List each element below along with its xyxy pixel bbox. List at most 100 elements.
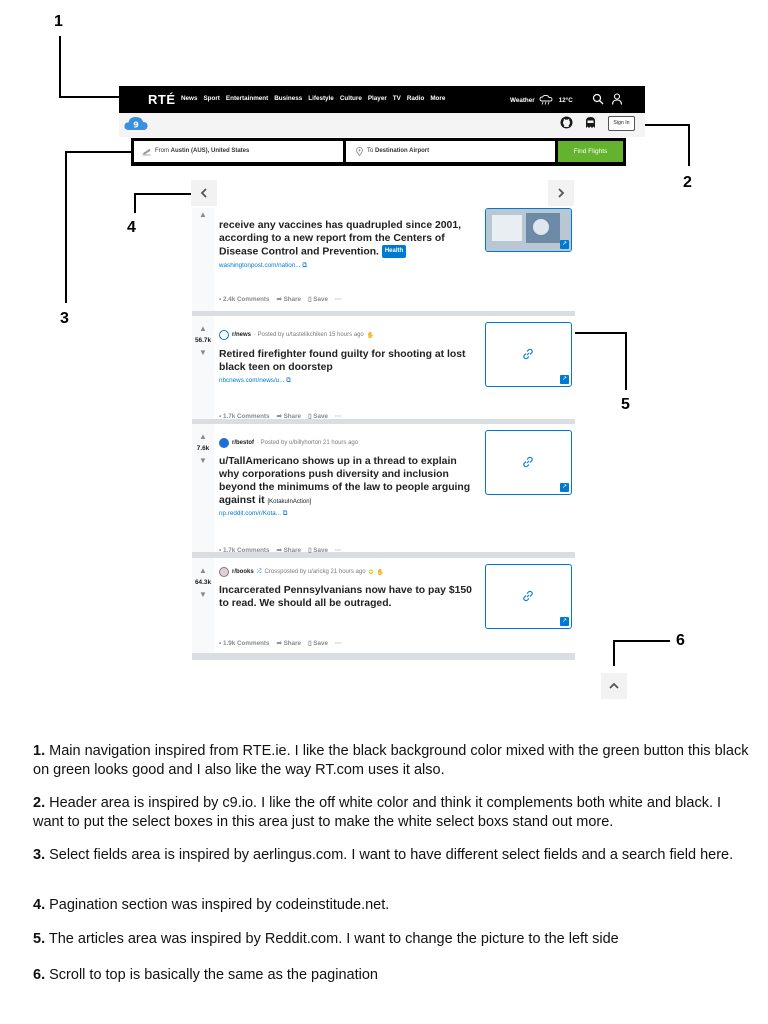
- article-domain[interactable]: np.reddit.com/r/Kota... ⧉: [219, 510, 287, 518]
- note-4: 4. Pagination section was inspired by co…: [33, 897, 390, 913]
- callout-1-line-h: [59, 96, 119, 98]
- callout-5: 5: [621, 396, 630, 413]
- external-link-icon: ⧉: [302, 262, 307, 269]
- article-card[interactable]: ▲ receive any vaccines has quadrupled si…: [192, 208, 575, 311]
- pagination-prev-button[interactable]: [191, 180, 217, 206]
- share-button[interactable]: ➦ Share: [277, 413, 302, 420]
- share-button[interactable]: ➦ Share: [277, 547, 302, 554]
- external-link-icon: ↗: [560, 240, 569, 249]
- find-flights-button[interactable]: Find Flights: [558, 141, 623, 162]
- article-title[interactable]: Incarcerated Pennsylvanians now have to …: [219, 584, 474, 610]
- subreddit-link[interactable]: r/books: [232, 569, 254, 575]
- upvote-icon[interactable]: ▲: [192, 324, 214, 333]
- subreddit-avatar: [219, 330, 229, 340]
- to-airport-field[interactable]: To Destination Airport: [346, 141, 555, 162]
- subreddit-avatar: [219, 567, 229, 577]
- crosspost-icon: ⤮: [256, 568, 262, 575]
- article-title[interactable]: receive any vaccines has quadrupled sinc…: [219, 219, 474, 258]
- scroll-to-top-button[interactable]: [601, 673, 627, 699]
- more-options-icon[interactable]: ···: [335, 640, 341, 647]
- link-icon: [523, 348, 533, 360]
- flair-badge: Health: [381, 245, 407, 258]
- nav-link-tv[interactable]: TV: [393, 95, 401, 102]
- comments-button[interactable]: ▪ 1.9k Comments: [219, 640, 270, 647]
- search-icon[interactable]: [592, 93, 604, 105]
- c9-logo[interactable]: 9: [124, 116, 148, 131]
- callout-6-line: [613, 640, 615, 666]
- callout-1-line: [59, 36, 61, 97]
- article-thumbnail[interactable]: ↗: [485, 564, 572, 629]
- nav-links: News Sport Entertainment Business Lifest…: [181, 95, 445, 102]
- comments-button[interactable]: ▪ 1.7k Comments: [219, 413, 270, 420]
- article-actions: ▪ 1.7k Comments ➦ Share ▯ Save ···: [219, 413, 341, 420]
- nav-link-culture[interactable]: Culture: [340, 95, 362, 102]
- comments-button[interactable]: ▪ 2.4k Comments: [219, 296, 270, 303]
- pagination-next-button[interactable]: [548, 180, 574, 206]
- note-3: 3. Select fields area is inspired by aer…: [33, 847, 734, 863]
- external-link-icon: ↗: [560, 375, 569, 384]
- github-icon[interactable]: [560, 116, 573, 129]
- weather-widget[interactable]: Weather 12°C: [510, 95, 573, 105]
- article-thumbnail[interactable]: ↗: [485, 322, 572, 387]
- article-domain[interactable]: washingtonpost.com/nation... ⧉: [219, 262, 307, 270]
- nav-link-more[interactable]: More: [430, 95, 445, 102]
- downvote-icon[interactable]: ▼: [192, 348, 214, 357]
- nav-link-business[interactable]: Business: [274, 95, 302, 102]
- svg-text:9: 9: [133, 121, 139, 130]
- share-button[interactable]: ➦ Share: [277, 640, 302, 647]
- share-button[interactable]: ➦ Share: [277, 296, 302, 303]
- save-button[interactable]: ▯ Save: [308, 413, 328, 420]
- nav-link-player[interactable]: Player: [368, 95, 387, 102]
- vote-score: 56.7k: [195, 337, 211, 344]
- link-icon: [523, 590, 533, 602]
- nav-link-radio[interactable]: Radio: [407, 95, 425, 102]
- article-domain[interactable]: nbcnews.com/news/u... ⧉: [219, 377, 291, 385]
- external-link-icon: ↗: [560, 483, 569, 492]
- downvote-icon[interactable]: ▼: [192, 456, 214, 465]
- comments-button[interactable]: ▪ 1.7k Comments: [219, 547, 270, 554]
- article-card[interactable]: ▲ 56.7k ▼ r/news · Posted by u/tastelikc…: [192, 316, 575, 420]
- upvote-icon[interactable]: ▲: [192, 566, 214, 575]
- article-meta: r/bestof · Posted by u/billyhorton 21 ho…: [219, 438, 358, 448]
- more-options-icon[interactable]: ···: [335, 296, 341, 303]
- save-button[interactable]: ▯ Save: [308, 296, 328, 303]
- save-button[interactable]: ▯ Save: [308, 547, 328, 554]
- upvote-icon[interactable]: ▲: [192, 210, 214, 219]
- posted-by: Crossposted by u/arickg 21 hours ago: [264, 569, 366, 575]
- from-prefix: From: [155, 148, 169, 154]
- article-card[interactable]: ▲ 64.3k ▼ r/books ⤮ Crossposted by u/ari…: [192, 558, 575, 653]
- note-1: 1. Main navigation inspired from RTE.ie.…: [33, 743, 749, 778]
- sign-in-button[interactable]: Sign In: [608, 116, 635, 131]
- save-button[interactable]: ▯ Save: [308, 640, 328, 647]
- upvote-icon[interactable]: ▲: [192, 432, 214, 441]
- article-title[interactable]: u/TallAmericano shows up in a thread to …: [219, 455, 474, 509]
- link-icon: [523, 456, 533, 468]
- subreddit-link[interactable]: r/bestof: [232, 440, 254, 446]
- nav-link-lifestyle[interactable]: Lifestyle: [308, 95, 334, 102]
- from-airport-field[interactable]: From Austin (AUS), United States: [134, 141, 343, 162]
- article-actions: ▪ 1.7k Comments ➦ Share ▯ Save ···: [219, 547, 341, 554]
- rte-logo[interactable]: RTÉ: [148, 92, 176, 107]
- temperature: 12°C: [558, 96, 573, 104]
- more-options-icon[interactable]: ···: [335, 547, 341, 554]
- vote-column: ▲ 56.7k ▼: [192, 316, 214, 419]
- more-options-icon[interactable]: ···: [335, 413, 341, 420]
- note-2: 2. Header area is inspired by c9.io. I l…: [33, 795, 722, 830]
- vote-column: ▲: [192, 208, 214, 311]
- article-title[interactable]: Retired firefighter found guilty for sho…: [219, 348, 474, 374]
- to-prefix: To: [367, 148, 374, 154]
- user-icon[interactable]: [611, 93, 623, 105]
- callout-2-line: [688, 124, 690, 166]
- callout-4: 4: [127, 219, 136, 236]
- article-card[interactable]: ▲ 7.6k ▼ r/bestof · Posted by u/billyhor…: [192, 424, 575, 554]
- article-thumbnail[interactable]: ↗: [485, 208, 572, 252]
- downvote-icon[interactable]: ▼: [192, 590, 214, 599]
- nav-link-news[interactable]: News: [181, 95, 197, 102]
- article-thumbnail[interactable]: ↗: [485, 430, 572, 495]
- subreddit-link[interactable]: r/news: [232, 332, 251, 338]
- ghost-icon[interactable]: [585, 116, 596, 129]
- nav-link-entertainment[interactable]: Entertainment: [226, 95, 268, 102]
- note-6: 6. Scroll to top is basically the same a…: [33, 967, 378, 983]
- nav-link-sport[interactable]: Sport: [203, 95, 219, 102]
- to-value: Destination Airport: [375, 148, 430, 154]
